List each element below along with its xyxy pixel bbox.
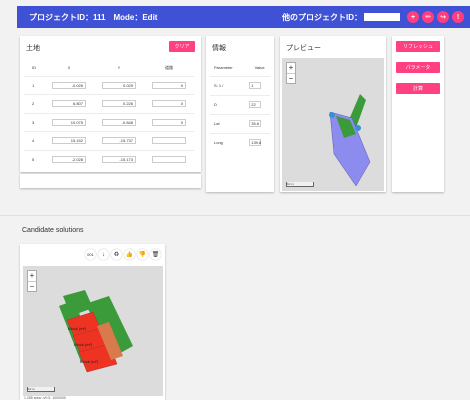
table-row: 5 -2.028 -15.173 [24,150,194,169]
col-road: 道路 [165,64,173,70]
x-input[interactable]: -2.028 [52,156,86,163]
table-row: Lat 35.6 [210,114,270,133]
project-title: プロジェクトID：111 Mode：Edit [29,12,158,22]
road-input[interactable]: 0 [152,100,186,108]
candidates-title: Candidate solutions [22,227,84,234]
actions-card: リフレッシュ パラメータ 計算 [392,36,444,192]
table-row: 2 6.807 0.226 0 [24,94,194,114]
recycle-icon[interactable]: ♻ [111,249,122,260]
preview-plot [329,94,371,187]
y-input[interactable]: 0.029 [102,81,136,89]
header-controls: 他のプロジェクトID： + ✏ ↪ ! [282,11,464,23]
road-input[interactable] [152,156,186,163]
info-table: Parameter Value S: 1 / 1 D 22 Lat 35.6 L… [210,60,270,152]
block-label: Block (m²) [74,342,93,347]
block-label: Block (m²) [80,359,99,364]
land-table: ID X Y 道路 1 -0.026 0.029 0 2 6.807 0.226… [24,60,194,169]
add-button[interactable]: + [407,11,419,23]
download-icon[interactable]: ↓ [98,249,109,260]
info-table-header: Parameter Value [210,60,270,76]
edit-button[interactable]: ✏ [422,11,434,23]
preview-map[interactable]: + − 10 m [282,58,384,191]
row-id: 5 [32,157,35,162]
info-card: 情報 Parameter Value S: 1 / 1 D 22 Lat 35.… [206,36,274,192]
table-row: 4 15.152 -15.737 [24,131,194,151]
param-label: D [214,102,217,107]
x-input[interactable]: 6.807 [52,100,86,108]
alert-button[interactable]: ! [452,11,464,23]
y-input[interactable]: 0.226 [102,100,136,108]
y-input[interactable]: -0.848 [102,118,136,126]
marker-icon [355,125,361,131]
col-id: ID [32,65,36,71]
x-input[interactable]: 15.152 [52,137,86,145]
calculate-button[interactable]: 計算 [396,83,440,94]
row-id: 4 [32,138,35,144]
info-title: 情報 [212,45,226,52]
col-parameter: Parameter [214,65,233,71]
param-label: S: 1 / [214,83,224,88]
other-project-input[interactable] [364,13,400,21]
road-input[interactable]: 0 [152,81,186,89]
clear-button[interactable]: クリア [169,41,195,52]
row-id: 2 [32,101,35,107]
value-input[interactable]: 1 [249,82,262,89]
row-id: 3 [32,119,35,125]
preview-title: プレビュー [286,45,321,52]
thumbs-up-icon[interactable]: 👍 [124,249,135,260]
land-card: 土地 クリア ID X Y 道路 1 -0.026 0.029 0 2 6.80… [20,36,201,172]
table-row: D 22 [210,95,270,114]
param-label: Long [214,140,223,146]
road-input[interactable]: 0 [152,118,186,126]
table-row: S: 1 / 1 [210,76,270,95]
thumbs-down-icon[interactable]: 👎 [137,249,148,260]
x-input[interactable]: -0.026 [52,81,86,89]
table-row: Long 139.6 [210,133,270,152]
export-button[interactable]: ↪ [437,11,449,23]
table-row: 3 10.075 -0.848 0 [24,113,194,132]
trash-icon[interactable]: 🗑 [150,249,161,260]
value-input[interactable]: 139.6 [249,139,261,147]
candidate-scale: 10 m [27,387,55,392]
col-value: Value [254,65,265,71]
col-y: Y [117,65,121,71]
candidate-id-badge: 001 [85,249,96,260]
candidate-footer: 1.255 area: n/t G: 1000000 [24,396,66,400]
other-project-label: 他のプロジェクトID： [282,12,362,22]
y-input[interactable]: -15.173 [102,156,136,163]
y-input[interactable]: -15.737 [102,137,136,145]
block-label: Block (m²) [68,326,87,331]
table-row: 1 -0.026 0.029 0 [24,76,194,95]
land-table-header: ID X Y 道路 [24,60,194,76]
value-input[interactable]: 35.6 [249,120,262,127]
land-card-footer [20,174,201,188]
road-input[interactable] [152,137,186,145]
row-id: 1 [32,82,35,88]
preview-card: プレビュー + − 10 m [280,36,386,192]
x-input[interactable]: 10.075 [52,118,86,126]
top-bar: プロジェクトID：111 Mode：Edit 他のプロジェクトID： + ✏ ↪… [17,6,470,28]
section-divider [0,215,470,216]
candidate-plot: Block (m²) Block (m²) Block (m²) [59,290,133,373]
candidate-card[interactable]: 001 ↓ ♻ 👍 👎 🗑 + − Block (m²) Block (m²) … [20,244,165,400]
candidate-map[interactable]: + − Block (m²) Block (m²) Block (m²) 10 … [23,266,163,396]
col-x: X [67,65,71,71]
parameters-button[interactable]: パラメータ [396,62,440,73]
marker-icon [329,112,335,118]
preview-scale: 10 m [286,182,314,187]
candidate-toolbar: 001 ↓ ♻ 👍 👎 🗑 [83,249,161,260]
refresh-button[interactable]: リフレッシュ [396,41,440,52]
value-input[interactable]: 22 [249,101,262,108]
param-label: Lat [214,121,220,126]
